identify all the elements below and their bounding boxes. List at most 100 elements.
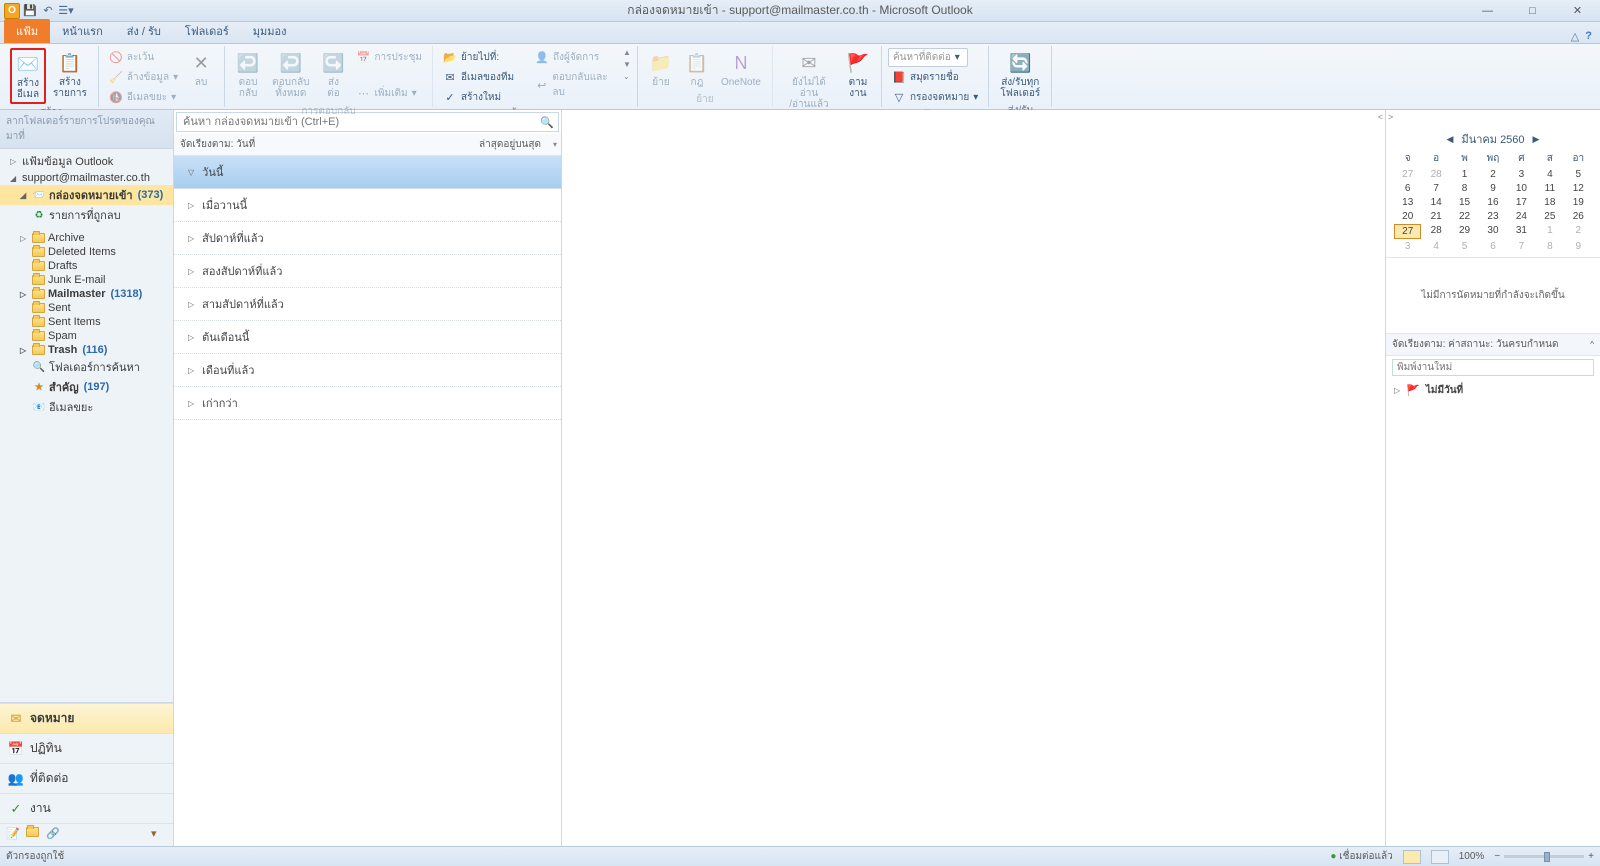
minimize-button[interactable]: — bbox=[1465, 1, 1510, 21]
calendar-day[interactable]: 16 bbox=[1479, 196, 1506, 209]
nav-config-icon[interactable]: ▾ bbox=[151, 827, 167, 843]
onenote-button[interactable]: NOneNote bbox=[716, 48, 766, 91]
calendar-day[interactable]: 2 bbox=[1479, 168, 1506, 181]
folder-junk[interactable]: Junk E-mail bbox=[0, 273, 173, 287]
calendar-grid[interactable]: จอพพฤศสอา2728123456789101112131415161718… bbox=[1394, 150, 1592, 253]
calendar-day[interactable]: 7 bbox=[1508, 240, 1535, 253]
calendar-day[interactable]: 14 bbox=[1422, 196, 1449, 209]
group-older[interactable]: ▷เก่ากว่า bbox=[174, 387, 561, 420]
calendar-day[interactable]: 9 bbox=[1479, 182, 1506, 195]
calendar-day[interactable]: 3 bbox=[1508, 168, 1535, 181]
reply-button[interactable]: ↩️ตอบ กลับ bbox=[231, 48, 265, 102]
zoom-in-button[interactable]: + bbox=[1588, 851, 1594, 862]
close-button[interactable]: ✕ bbox=[1555, 1, 1600, 21]
tab-view[interactable]: มุมมอง bbox=[241, 19, 299, 43]
calendar-day[interactable]: 28 bbox=[1422, 224, 1449, 239]
calendar-day[interactable]: 21 bbox=[1422, 210, 1449, 223]
junk-button[interactable]: 🚯อีเมลขยะ▾ bbox=[105, 88, 182, 107]
folder-archive[interactable]: ▷Archive bbox=[0, 231, 173, 245]
group-threeweeks[interactable]: ▷สามสัปดาห์ที่แล้ว bbox=[174, 288, 561, 321]
calendar-day[interactable]: 19 bbox=[1565, 196, 1592, 209]
calendar-day[interactable]: 18 bbox=[1536, 196, 1563, 209]
arrange-by-label[interactable]: จัดเรียงตาม: วันที่ bbox=[180, 137, 255, 152]
calendar-day[interactable]: 4 bbox=[1536, 168, 1563, 181]
folder-sentitems[interactable]: Sent Items bbox=[0, 315, 173, 329]
tab-home[interactable]: หน้าแรก bbox=[50, 19, 115, 43]
folder-drafts[interactable]: Drafts bbox=[0, 259, 173, 273]
calendar-day[interactable]: 1 bbox=[1536, 224, 1563, 239]
quick-createnew-button[interactable]: ✓สร้างใหม่ bbox=[439, 88, 529, 107]
calendar-day[interactable]: 2 bbox=[1565, 224, 1592, 239]
new-items-button[interactable]: 📋 สร้าง รายการ bbox=[48, 48, 92, 102]
calendar-day[interactable]: 8 bbox=[1536, 240, 1563, 253]
group-twoweeks[interactable]: ▷สองสัปดาห์ที่แล้ว bbox=[174, 255, 561, 288]
zoom-slider[interactable] bbox=[1504, 855, 1584, 858]
folder-inbox[interactable]: ◢📨กล่องจดหมายเข้า(373) bbox=[0, 185, 173, 205]
rules-button[interactable]: 📋กฎ bbox=[680, 48, 714, 91]
send-receive-all-button[interactable]: 🔄ส่ง/รับทุก โฟลเดอร์ bbox=[995, 48, 1045, 102]
delete-button[interactable]: ✕ ลบ bbox=[184, 48, 218, 91]
qat-menu-icon[interactable]: ☰▾ bbox=[58, 3, 74, 19]
tab-file[interactable]: แฟ้ม bbox=[4, 19, 50, 43]
calendar-day[interactable]: 12 bbox=[1565, 182, 1592, 195]
outlook-datafile-node[interactable]: ▷แฟ้มข้อมูล Outlook bbox=[0, 151, 173, 171]
calendar-day[interactable]: 24 bbox=[1508, 210, 1535, 223]
new-task-input[interactable] bbox=[1392, 359, 1594, 376]
sort-order-label[interactable]: ล่าสุดอยู่บนสุด bbox=[479, 137, 541, 152]
calendar-day[interactable]: 26 bbox=[1565, 210, 1592, 223]
reply-all-button[interactable]: ↩️ตอบกลับ ทั้งหมด bbox=[267, 48, 314, 102]
quicksteps-down-icon[interactable]: ▼ bbox=[623, 60, 631, 69]
list-header[interactable]: จัดเรียงตาม: วันที่ ล่าสุดอยู่บนสุด ▾ bbox=[174, 134, 561, 156]
new-email-button[interactable]: ✉️ สร้าง อีเมล bbox=[10, 48, 46, 104]
folder-junkmail[interactable]: 📧อีเมลขยะ bbox=[0, 397, 173, 417]
nav-tasks-button[interactable]: ✓งาน bbox=[0, 793, 173, 823]
quick-move-button[interactable]: 📂ย้ายไปที่: bbox=[439, 48, 529, 67]
folder-mini-icon[interactable] bbox=[26, 827, 42, 843]
calendar-day[interactable]: 5 bbox=[1565, 168, 1592, 181]
folder-trash[interactable]: ▷Trash(116) bbox=[0, 343, 173, 357]
calendar-day[interactable]: 15 bbox=[1451, 196, 1478, 209]
nav-calendar-button[interactable]: 📅ปฏิทิน bbox=[0, 733, 173, 763]
group-today[interactable]: ▽วันนี้ bbox=[174, 156, 561, 189]
calendar-day[interactable]: 27 bbox=[1394, 168, 1421, 181]
address-book-button[interactable]: 📕สมุดรายชื่อ bbox=[888, 68, 982, 87]
folder-deleted-sub[interactable]: ♻รายการที่ถูกลบ bbox=[0, 205, 173, 225]
folder-deleted[interactable]: Deleted Items bbox=[0, 245, 173, 259]
meeting-button[interactable]: 📅การประชุม bbox=[353, 48, 427, 67]
calendar-day[interactable]: 4 bbox=[1422, 240, 1449, 253]
calendar-day[interactable]: 13 bbox=[1394, 196, 1421, 209]
account-node[interactable]: ◢support@mailmaster.co.th bbox=[0, 171, 173, 185]
quicksteps-expand-icon[interactable]: ⌄ bbox=[623, 72, 631, 81]
folder-spam[interactable]: Spam bbox=[0, 329, 173, 343]
zoom-out-button[interactable]: − bbox=[1494, 851, 1500, 862]
calendar-day[interactable]: 10 bbox=[1508, 182, 1535, 195]
calendar-day[interactable]: 6 bbox=[1394, 182, 1421, 195]
followup-button[interactable]: 🚩ตาม งาน bbox=[841, 48, 875, 102]
calendar-day[interactable]: 25 bbox=[1536, 210, 1563, 223]
quick-to-manager-button[interactable]: 👤ถึงผู้จัดการ bbox=[531, 48, 621, 67]
group-lastmonth[interactable]: ▷เดือนที่แล้ว bbox=[174, 354, 561, 387]
group-yesterday[interactable]: ▷เมื่อวานนี้ bbox=[174, 189, 561, 222]
collapse-todo-icon[interactable]: > bbox=[1386, 110, 1395, 124]
calendar-day[interactable]: 23 bbox=[1479, 210, 1506, 223]
quick-team-button[interactable]: ✉อีเมลของทีม bbox=[439, 68, 529, 87]
search-input[interactable] bbox=[177, 113, 536, 131]
collapse-reading-icon[interactable]: < bbox=[1378, 112, 1383, 122]
unread-read-button[interactable]: ✉ยังไม่ได้อ่าน /อ่านแล้ว bbox=[779, 48, 839, 113]
calendar-day[interactable]: 29 bbox=[1451, 224, 1478, 239]
folder-sent[interactable]: Sent bbox=[0, 301, 173, 315]
calendar-day[interactable]: 11 bbox=[1536, 182, 1563, 195]
favorites-header[interactable]: ลากโฟลเดอร์รายการโปรดของคุณมาที่ bbox=[0, 110, 173, 149]
maximize-button[interactable]: □ bbox=[1510, 1, 1555, 21]
help-icon[interactable]: ? bbox=[1585, 30, 1592, 43]
task-header-expand-icon[interactable]: ^ bbox=[1590, 340, 1594, 349]
forward-button[interactable]: ↪️ส่ง ต่อ bbox=[317, 48, 351, 102]
calendar-day[interactable]: 3 bbox=[1394, 240, 1421, 253]
task-header[interactable]: จัดเรียงตาม: ค่าสถานะ: วันครบกำหนด ^ bbox=[1386, 334, 1600, 356]
move-button[interactable]: 📁ย้าย bbox=[644, 48, 678, 91]
folder-mailmaster[interactable]: ▷Mailmaster(1318) bbox=[0, 287, 173, 301]
filter-email-button[interactable]: ▽กรองจดหมาย▾ bbox=[888, 88, 982, 107]
next-month-icon[interactable]: ▶ bbox=[1533, 134, 1540, 145]
calendar-day[interactable]: 27 bbox=[1394, 224, 1421, 239]
folder-important[interactable]: ★สำคัญ(197) bbox=[0, 377, 173, 397]
